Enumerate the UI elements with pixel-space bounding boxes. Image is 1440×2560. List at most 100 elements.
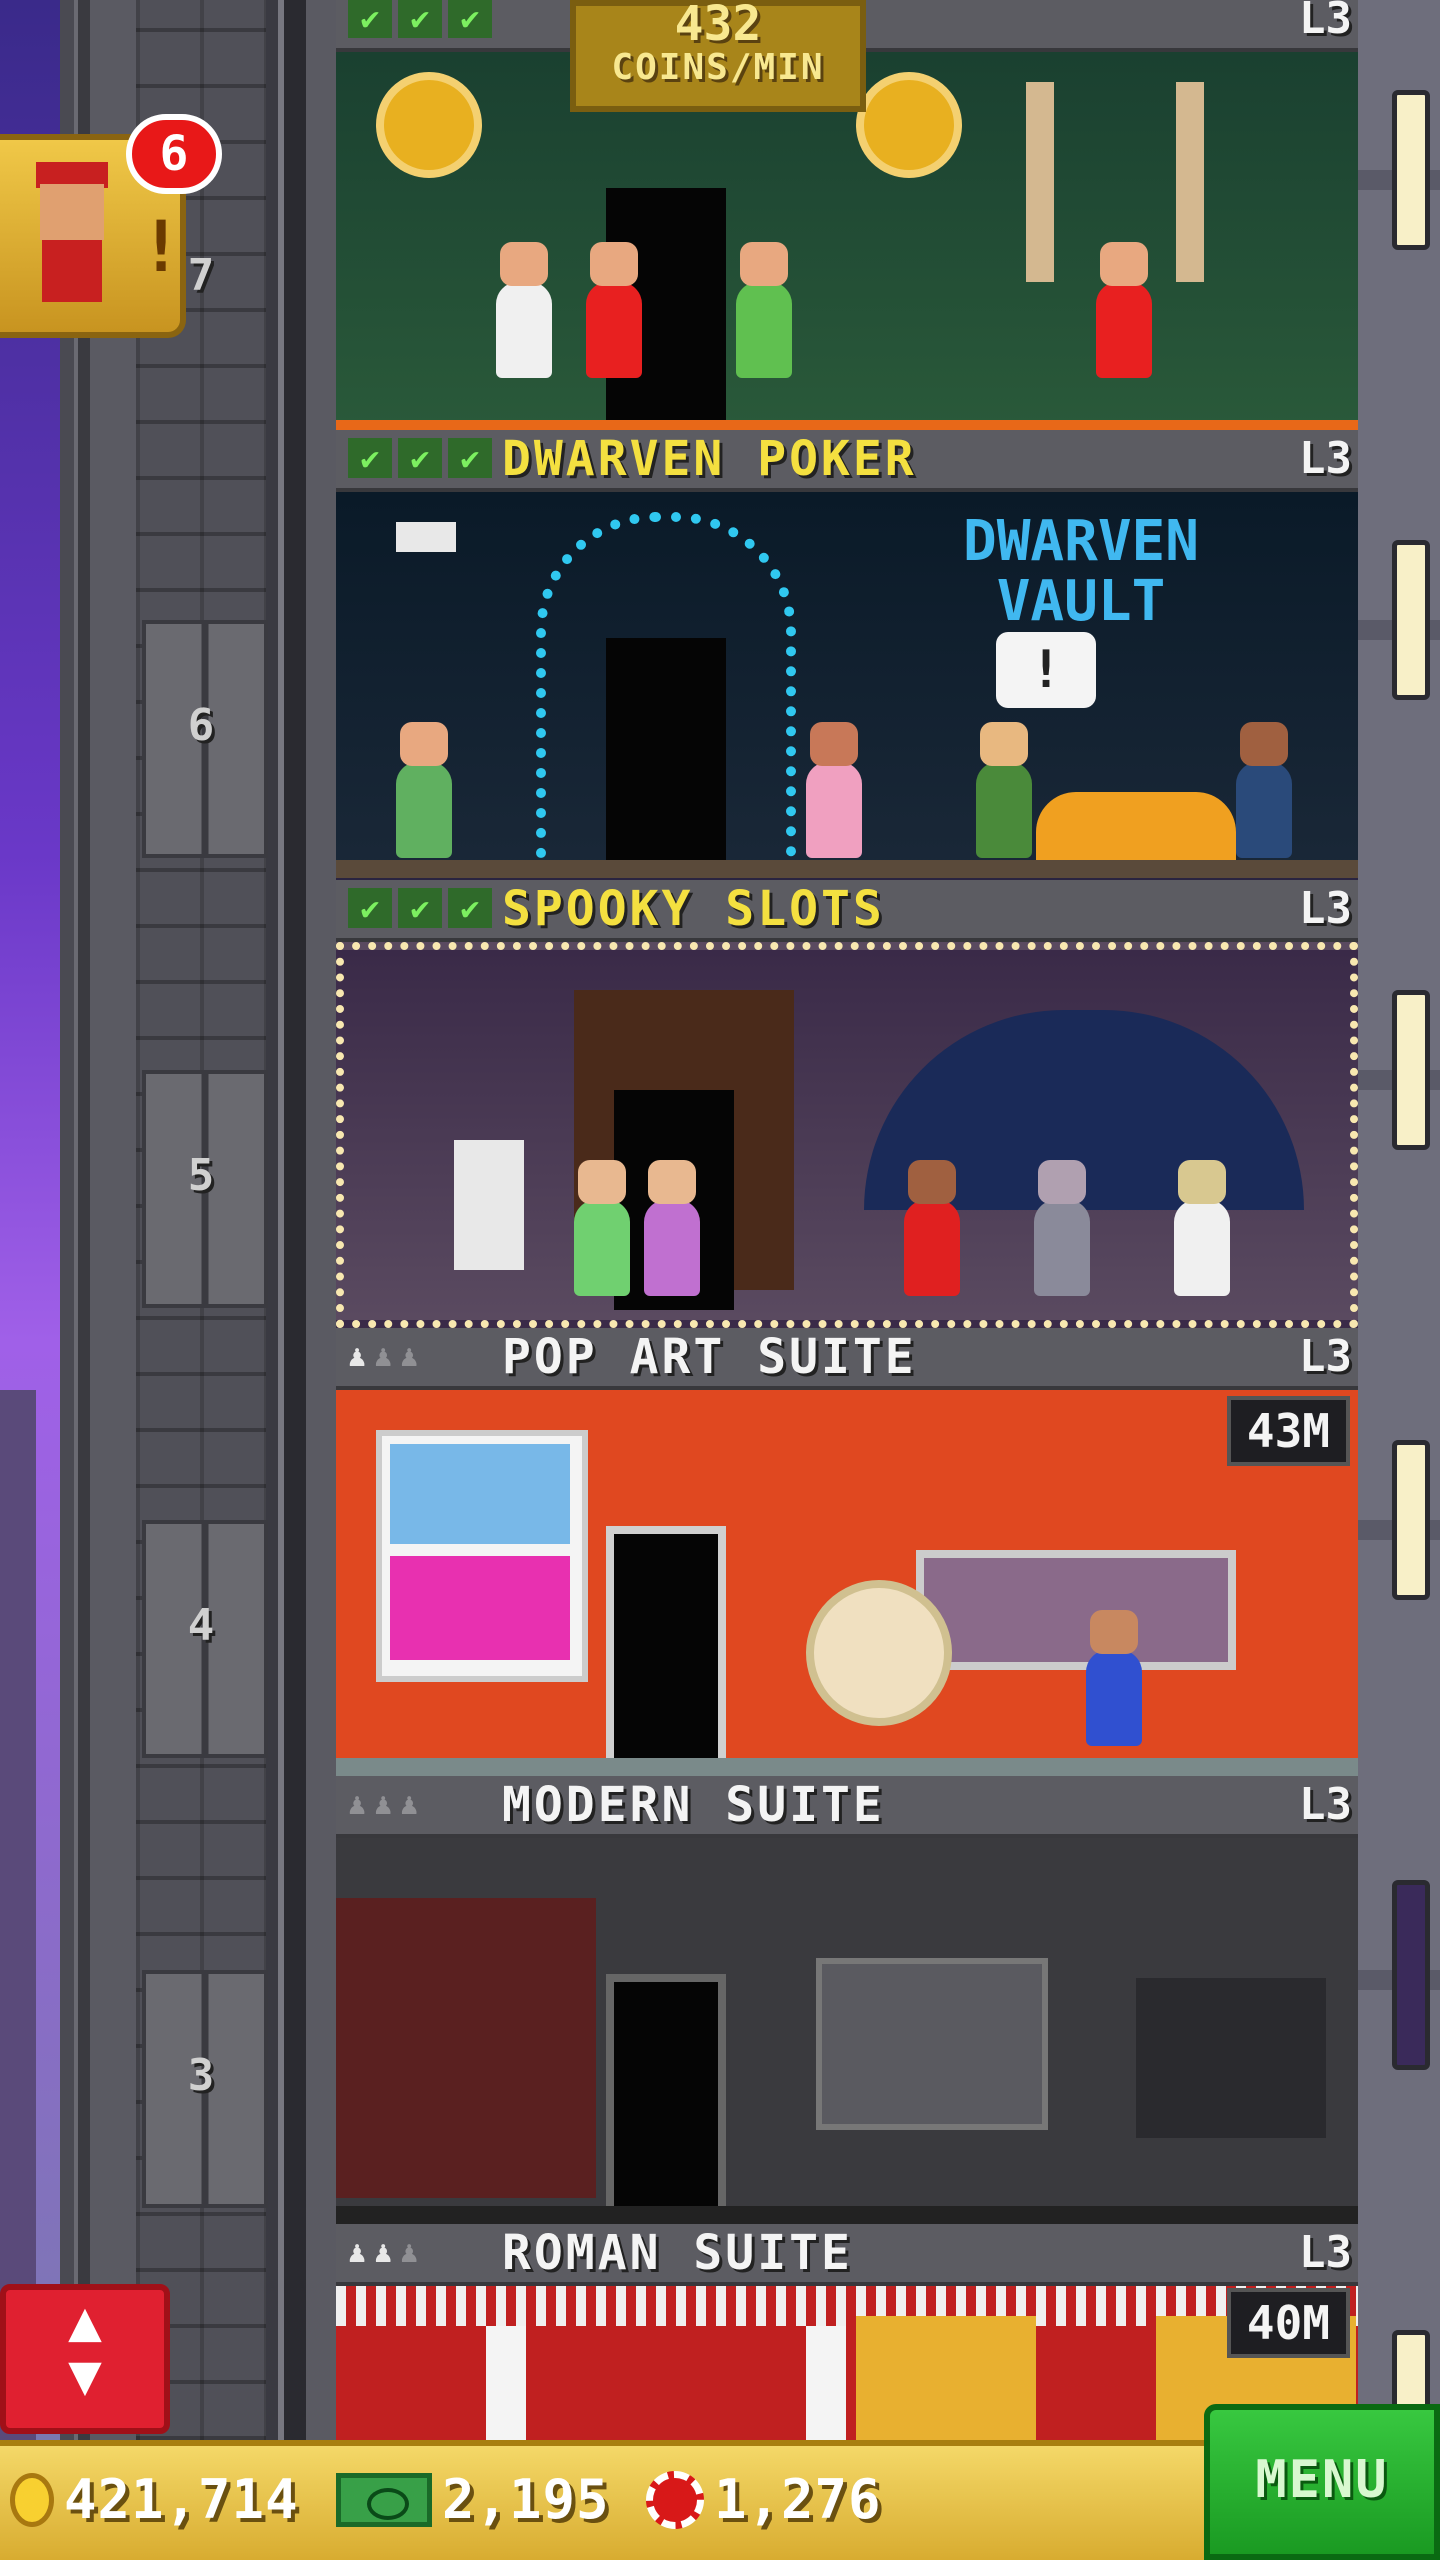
coin-icon xyxy=(10,2472,54,2527)
stock-indicators: ✔ ✔ ✔ xyxy=(348,0,492,38)
tv-screen xyxy=(816,1958,1048,2130)
resident-indicators: ♟ ♟ ♟ xyxy=(348,2236,418,2270)
coins-value: 421,714 xyxy=(64,2468,299,2531)
check-icon: ✔ xyxy=(348,0,392,38)
check-icon: ✔ xyxy=(398,438,442,478)
guest-sprite[interactable] xyxy=(586,242,642,378)
room-modern xyxy=(336,1838,1358,2224)
red-wall xyxy=(336,1898,596,2198)
resident-indicators: ♟ ♟ ♟ xyxy=(348,1788,418,1822)
room-dwarven-vault: DWARVEN VAULT ! xyxy=(336,492,1358,878)
resident-indicators: ♟ ♟ ♟ xyxy=(348,1340,418,1374)
floor-level: L3 xyxy=(1299,1779,1352,1830)
check-icon: ✔ xyxy=(398,888,442,928)
floor-header: ♟ ♟ ♟ ROMAN SUITE L3 xyxy=(336,2224,1358,2286)
tower-window xyxy=(1392,1880,1430,2070)
tower-window xyxy=(1392,540,1430,700)
poker-chip-icon xyxy=(646,2470,704,2529)
floor-name: SPOOKY SLOTS xyxy=(502,881,885,937)
guest-sprite[interactable] xyxy=(574,1160,630,1296)
elevator-rail-right xyxy=(266,0,336,2440)
column xyxy=(806,2326,846,2440)
check-icon: ✔ xyxy=(448,438,492,478)
floor-modern-suite[interactable]: ♟ ♟ ♟ MODERN SUITE L3 xyxy=(336,1776,1358,2224)
room-floor xyxy=(336,2206,1358,2224)
resident-icon: ♟ xyxy=(374,2235,393,2270)
floor-roman-suite[interactable]: ♟ ♟ ♟ ROMAN SUITE L3 40M xyxy=(336,2224,1358,2440)
guest-sprite[interactable] xyxy=(644,1160,700,1296)
tower-bux-value: 2,195 xyxy=(442,2468,610,2531)
floor-pop-art-suite[interactable]: ♟ ♟ ♟ POP ART SUITE L3 43M xyxy=(336,1328,1358,1776)
pop-art-painting xyxy=(376,1430,588,1682)
coins-counter: 421,714 xyxy=(10,2468,299,2531)
tower-window xyxy=(1392,1440,1430,1600)
floor-level: L3 xyxy=(1299,433,1352,484)
tower-window xyxy=(1392,990,1430,1150)
column xyxy=(486,2326,526,2440)
menu-button[interactable]: MENU xyxy=(1204,2404,1440,2560)
coins-per-minute-banner: 432 COINS/MIN xyxy=(570,0,866,112)
speech-bubble[interactable]: ! xyxy=(996,632,1096,708)
floor-header: ✔ ✔ ✔ DWARVEN POKER L3 xyxy=(336,430,1358,492)
zombie-sprite[interactable] xyxy=(1034,1160,1090,1296)
gold-pile xyxy=(1036,792,1236,862)
stock-indicators: ✔ ✔ ✔ xyxy=(348,438,492,478)
chips-counter[interactable]: 1,276 xyxy=(646,2468,882,2531)
resident-icon: ♟ xyxy=(348,1339,367,1374)
guest-sprite[interactable] xyxy=(1096,242,1152,378)
check-icon: ✔ xyxy=(348,438,392,478)
stock-indicators: ✔ ✔ ✔ xyxy=(348,888,492,928)
room-door xyxy=(606,1974,726,2214)
resident-icon: ♟ xyxy=(374,1339,393,1374)
resident-icon: ♟ xyxy=(400,2235,419,2270)
down-arrow-icon: ▼ xyxy=(68,2343,102,2408)
skeleton-sprite[interactable] xyxy=(1174,1160,1230,1296)
room-door xyxy=(606,1526,726,1766)
floor-header: ♟ ♟ ♟ POP ART SUITE L3 xyxy=(336,1328,1358,1390)
guest-sprite[interactable] xyxy=(736,242,792,378)
floor-name: MODERN SUITE xyxy=(502,1777,885,1833)
dwarf-sprite[interactable] xyxy=(1236,722,1292,858)
resident-sprite[interactable] xyxy=(1086,1610,1142,1746)
distant-building xyxy=(0,1390,36,2440)
price-badge: 43M xyxy=(1226,1396,1350,1466)
resident-icon: ♟ xyxy=(348,2235,367,2270)
spade-emblem-icon xyxy=(856,72,962,178)
notification-badge[interactable]: 6 xyxy=(126,114,222,194)
guest-sprite[interactable] xyxy=(496,242,552,378)
column xyxy=(1026,82,1054,282)
resident-icon: ♟ xyxy=(400,1339,419,1374)
resident-icon: ♟ xyxy=(400,1787,419,1822)
room-pop-art xyxy=(336,1390,1358,1776)
spade-emblem-icon xyxy=(376,72,482,178)
floor-number: 5 xyxy=(187,1150,215,1201)
resident-icon: ♟ xyxy=(348,1787,367,1822)
price-badge: 40M xyxy=(1226,2288,1350,2358)
room-haunted-casino xyxy=(336,942,1358,1328)
guest-sprite[interactable] xyxy=(976,722,1032,858)
coins-rate-unit: COINS/MIN xyxy=(611,47,825,88)
bellhop-icon xyxy=(32,162,112,312)
floor-dwarven-poker[interactable]: ✔ ✔ ✔ DWARVEN POKER L3 DWARVEN VAULT ! xyxy=(336,430,1358,878)
floor-level: L3 xyxy=(1299,0,1352,44)
chips-value: 1,276 xyxy=(714,2468,882,2531)
elevator-button[interactable]: ▲ ▼ xyxy=(0,2284,170,2434)
egg-chair xyxy=(806,1580,952,1726)
floor-number: 4 xyxy=(187,1600,215,1651)
resident-icon: ♟ xyxy=(374,1787,393,1822)
gold-curtain xyxy=(856,2316,1036,2440)
tower-bux-counter[interactable]: 2,195 xyxy=(336,2468,610,2531)
tower-bux-icon xyxy=(336,2472,432,2527)
floor-name: DWARVEN POKER xyxy=(502,431,917,487)
floor-level: L3 xyxy=(1299,1331,1352,1382)
tower-outer-wall xyxy=(1358,0,1440,2440)
bookshelf xyxy=(1136,1978,1326,2138)
floor-name: ROMAN SUITE xyxy=(502,2225,853,2281)
floor-spooky-slots[interactable]: ✔ ✔ ✔ SPOOKY SLOTS L3 xyxy=(336,880,1358,1328)
guest-sprite[interactable] xyxy=(806,722,862,858)
bellhop-sprite[interactable] xyxy=(904,1160,960,1296)
alert-icon: ! xyxy=(140,206,183,288)
slot-machine xyxy=(454,1140,524,1270)
coins-rate-value: 432 xyxy=(674,0,762,52)
guest-sprite[interactable] xyxy=(396,722,452,858)
